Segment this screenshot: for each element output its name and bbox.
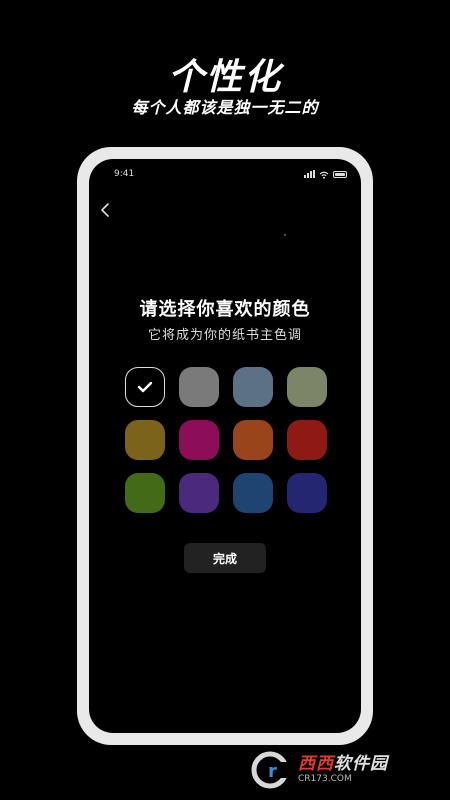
svg-text:r: r (268, 761, 277, 782)
watermark-text: 西西软件园 CR173.COM (298, 756, 388, 784)
phone-frame: 9:41 请选择你喜欢的颜色 它将成为你的纸书主色调 完成 (77, 147, 373, 745)
color-swatch[interactable] (179, 367, 219, 407)
color-swatch[interactable] (233, 473, 273, 513)
battery-icon (333, 170, 347, 178)
watermark-brand-suffix: 软件园 (334, 754, 388, 774)
status-time: 9:41 (114, 169, 135, 179)
color-swatch-grid (125, 367, 329, 513)
page-title: 个性化 (167, 57, 282, 98)
decorative-dot (284, 234, 286, 236)
watermark: r 西西软件园 CR173.COM (250, 748, 432, 792)
back-chevron-icon (101, 203, 109, 217)
color-swatch[interactable] (233, 367, 273, 407)
color-swatch[interactable] (125, 367, 165, 407)
page-subtitle: 每个人都该是独一无二的 (131, 98, 319, 117)
back-button[interactable] (97, 201, 115, 219)
color-swatch[interactable] (233, 420, 273, 460)
checkmark-icon (137, 381, 153, 393)
done-button[interactable]: 完成 (184, 543, 266, 573)
watermark-logo-icon: r (250, 750, 294, 790)
color-swatch[interactable] (287, 367, 327, 407)
watermark-url: CR173.COM (298, 774, 352, 784)
choose-color-title: 请选择你喜欢的颜色 (139, 299, 311, 320)
status-icons (304, 169, 347, 179)
signal-icon (304, 170, 315, 178)
phone-screen: 9:41 请选择你喜欢的颜色 它将成为你的纸书主色调 完成 (89, 159, 361, 733)
color-swatch[interactable] (125, 420, 165, 460)
watermark-brand-prefix: 西西 (298, 754, 334, 774)
color-swatch[interactable] (179, 420, 219, 460)
choose-color-subtitle: 它将成为你的纸书主色调 (147, 328, 302, 343)
color-swatch[interactable] (125, 473, 165, 513)
color-swatch[interactable] (179, 473, 219, 513)
wifi-icon (319, 171, 329, 179)
color-swatch[interactable] (287, 420, 327, 460)
color-swatch[interactable] (287, 473, 327, 513)
